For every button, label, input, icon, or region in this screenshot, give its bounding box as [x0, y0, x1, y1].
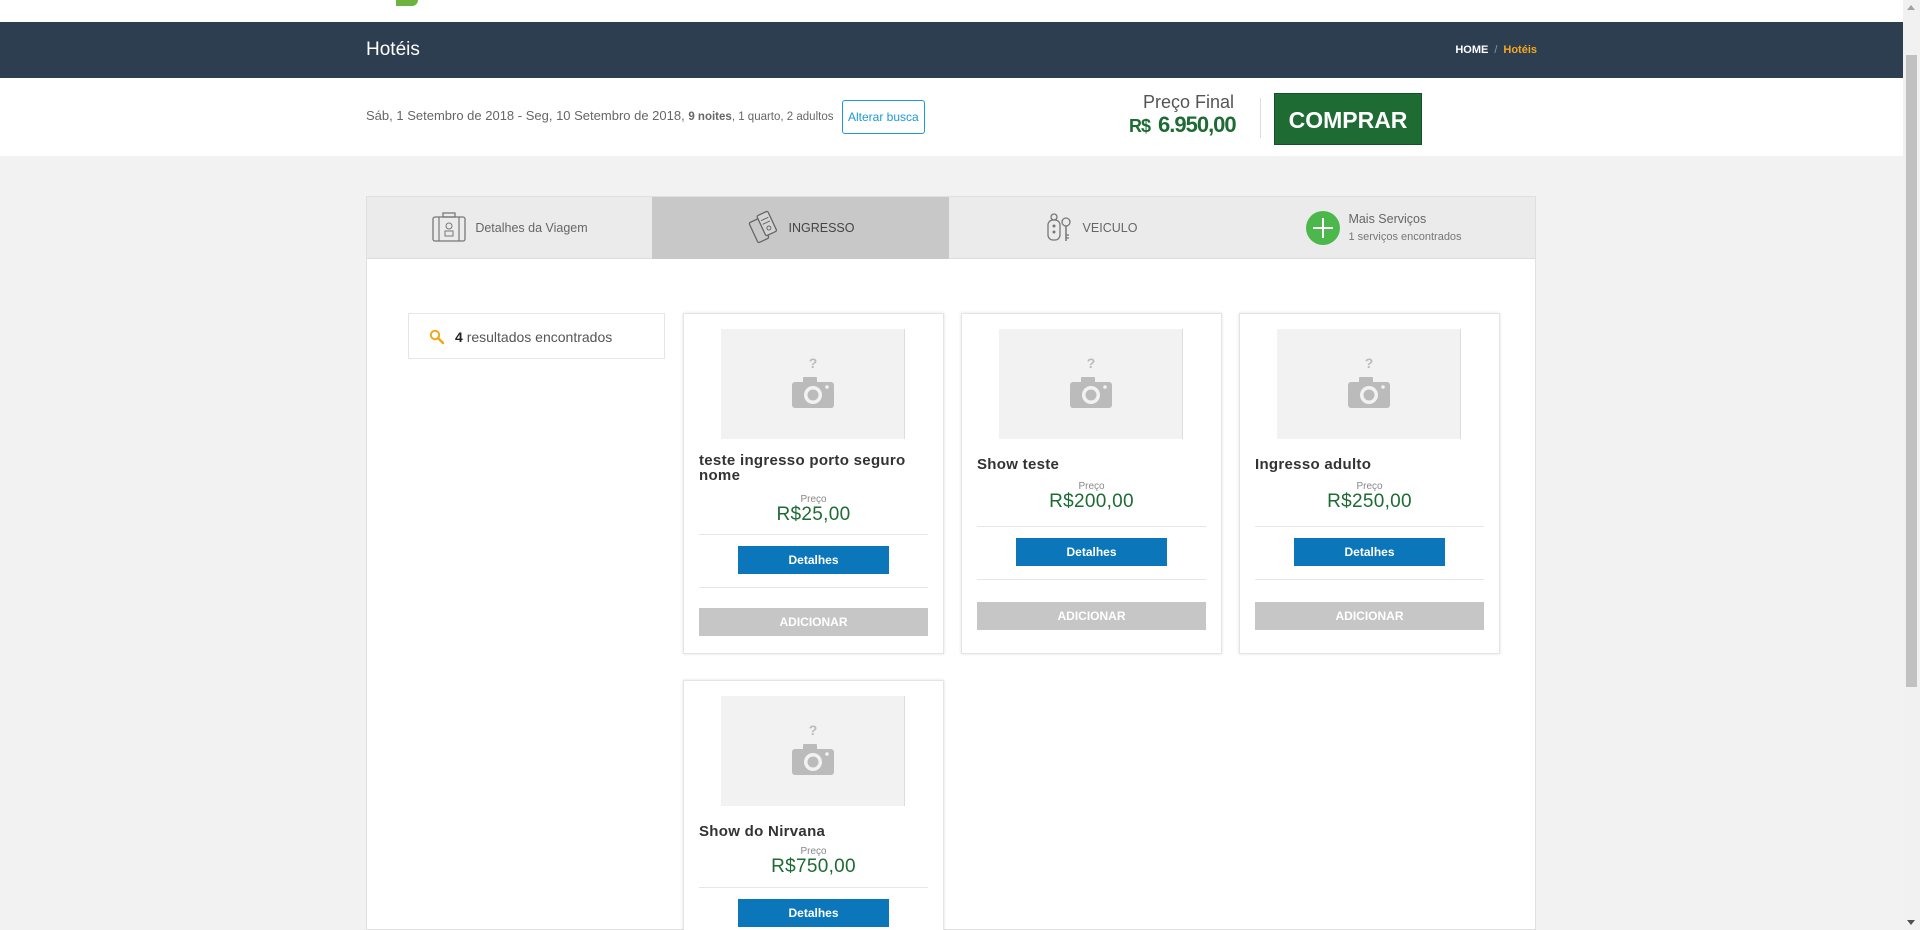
product-card: ? Ingresso adulto Preço R$250,00 Detalhe… [1239, 313, 1500, 654]
page-title: Hotéis [366, 39, 420, 60]
final-price: R$ 6.950,00 [1129, 112, 1237, 138]
scrollbar-thumb[interactable] [1906, 55, 1917, 687]
camera-icon: ? [791, 356, 834, 408]
suitcase-icon [431, 211, 467, 246]
product-price: R$250,00 [1327, 491, 1412, 512]
search-summary: Sáb, 1 Setembro de 2018 - Seg, 10 Setemb… [366, 108, 833, 123]
placeholder-image: ? [721, 329, 905, 439]
product-card: ? teste ingresso porto seguro nome Preço… [683, 313, 944, 654]
divider [699, 534, 928, 535]
tab-more-services-label: Mais Serviços [1348, 212, 1427, 226]
divider [699, 587, 928, 588]
product-card: ? Show do Nirvana Preço R$750,00 Detalhe… [683, 680, 944, 930]
alter-search-button[interactable]: Alterar busca [842, 100, 925, 134]
search-icon [429, 329, 445, 350]
top-strip [0, 0, 1903, 22]
results-count-box: 4 resultados encontrados [408, 313, 665, 359]
details-button[interactable]: Detalhes [738, 899, 889, 927]
divider [1255, 526, 1484, 527]
breadcrumb: HOME / Hotéis [1455, 44, 1537, 56]
final-price-value: 6.950,00 [1158, 112, 1237, 137]
tab-vehicle[interactable]: VEICULO [949, 197, 1233, 259]
product-price: R$200,00 [1049, 491, 1134, 512]
divider [977, 579, 1206, 580]
details-button[interactable]: Detalhes [738, 546, 889, 574]
placeholder-image: ? [1277, 329, 1461, 439]
add-button[interactable]: ADICIONAR [977, 602, 1206, 630]
breadcrumb-separator: / [1494, 44, 1498, 56]
product-name: Show do Nirvana [699, 823, 826, 840]
camera-icon: ? [1069, 356, 1112, 408]
service-tabs: Detalhes da Viagem INGRESSO VEICULO Mais… [367, 197, 1535, 259]
svg-text:?: ? [808, 723, 817, 738]
car-keys-icon [1045, 210, 1075, 247]
search-info-bar: Sáb, 1 Setembro de 2018 - Seg, 10 Setemb… [0, 78, 1903, 156]
plus-icon [1306, 211, 1341, 245]
final-price-currency: R$ [1129, 116, 1151, 136]
divider [699, 887, 928, 888]
tab-vehicle-label: VEICULO [1082, 221, 1138, 235]
buy-button[interactable]: COMPRAR [1274, 93, 1422, 145]
tab-trip-details[interactable]: Detalhes da Viagem [367, 197, 652, 259]
page-header: Hotéis HOME / Hotéis [0, 22, 1903, 78]
product-name: Ingresso adulto [1255, 456, 1372, 473]
product-name: Show teste [977, 456, 1060, 473]
camera-icon: ? [791, 723, 834, 775]
breadcrumb-current: Hotéis [1503, 44, 1537, 56]
svg-text:?: ? [808, 356, 817, 371]
results-label: resultados encontrados [466, 329, 613, 345]
details-button[interactable]: Detalhes [1294, 538, 1445, 566]
tab-more-services[interactable]: Mais Serviços 1 serviços encontrados [1233, 197, 1535, 259]
search-nights: 9 noites [688, 111, 732, 123]
tab-more-services-count: 1 serviços encontrados [1348, 231, 1462, 243]
main-panel: Detalhes da Viagem INGRESSO VEICULO Mais… [366, 196, 1536, 930]
camera-icon: ? [1347, 356, 1390, 408]
svg-text:?: ? [1364, 356, 1373, 371]
ticket-icon [747, 210, 781, 247]
scroll-up-icon[interactable] [1907, 5, 1915, 10]
logo[interactable] [396, 0, 418, 6]
final-price-label: Preço Final [1143, 92, 1235, 112]
scroll-down-icon[interactable] [1907, 920, 1915, 925]
add-button[interactable]: ADICIONAR [699, 608, 928, 636]
divider [977, 526, 1206, 527]
product-price: R$25,00 [776, 504, 851, 525]
product-name: teste ingresso porto seguro nome [699, 452, 906, 484]
add-button[interactable]: ADICIONAR [1255, 602, 1484, 630]
product-card: ? Show teste Preço R$200,00 Detalhes ADI… [961, 313, 1222, 654]
search-details: , 1 quarto, 2 adultos [731, 111, 834, 123]
tab-trip-details-label: Detalhes da Viagem [475, 221, 588, 235]
breadcrumb-home[interactable]: HOME [1455, 44, 1488, 56]
tab-ticket-label: INGRESSO [788, 221, 855, 235]
placeholder-image: ? [721, 696, 905, 806]
tab-ticket[interactable]: INGRESSO [652, 197, 949, 259]
page-scrollbar[interactable] [1903, 0, 1920, 930]
results-count: 4 [455, 329, 463, 345]
product-price: R$750,00 [771, 856, 856, 877]
details-button[interactable]: Detalhes [1016, 538, 1167, 566]
placeholder-image: ? [999, 329, 1183, 439]
divider [1255, 579, 1484, 580]
divider [1260, 98, 1261, 138]
search-dates: Sáb, 1 Setembro de 2018 - Seg, 10 Setemb… [366, 108, 685, 123]
svg-text:?: ? [1086, 356, 1095, 371]
